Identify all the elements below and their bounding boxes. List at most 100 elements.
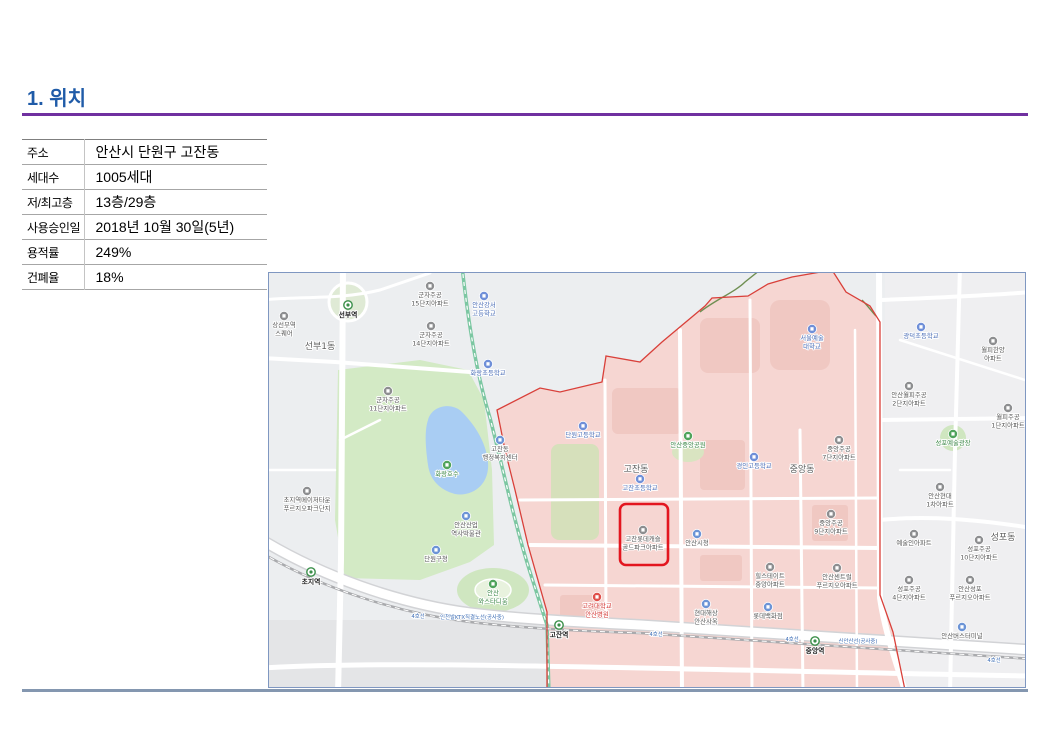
district-name-label: 선부1동: [305, 341, 336, 352]
building-coverage-row: 건폐율 18%: [22, 264, 267, 290]
map-place-label: 1차아파트: [926, 500, 954, 509]
subway-station-icon: [810, 636, 820, 646]
school-icon: [749, 451, 760, 462]
location-map: 상선부역 스퀘어 군자주공 15단지아파트 안산강서 고등학교 군자주공 14단지아파트 화랑초…: [268, 272, 1026, 688]
bottom-divider: [22, 689, 1028, 692]
map-place-label: 푸르지오아파트: [816, 581, 857, 590]
park-icon: [487, 579, 498, 590]
address-row: 주소 안산시 단원구 고잔동: [22, 139, 267, 165]
map-place-label: 안산: [487, 588, 499, 597]
school-icon: [482, 358, 493, 369]
map-place-label: 대학교: [803, 342, 821, 351]
floor-area-ratio-label: 용적률: [22, 239, 85, 265]
map-place-label: 4단지아파트: [892, 593, 926, 602]
station-label: 선부역: [339, 310, 358, 319]
school-icon: [478, 290, 489, 301]
map-place-label: 안산센트럴: [822, 572, 852, 581]
district-name-label: 고잔동: [624, 464, 649, 475]
map-place-label: 9단지아파트: [814, 527, 848, 536]
map-place-label: 2단지아파트: [892, 399, 926, 408]
apartment-icon: [965, 575, 976, 586]
map-place-label: 중앙주공: [827, 445, 851, 453]
park-icon: [948, 428, 959, 439]
school-icon: [916, 321, 927, 332]
apartment-icon: [424, 280, 435, 291]
approval-date-label: 사용승인일: [22, 214, 85, 240]
households-label: 세대수: [22, 164, 85, 190]
address-label: 주소: [22, 139, 85, 165]
park-icon: [441, 459, 452, 470]
map-place-label: 안산산업: [454, 520, 478, 529]
map-place-label: 안산월피주공: [891, 390, 926, 399]
section-title: 1. 위치: [27, 88, 87, 110]
map-place-label: 1단지아파트: [991, 421, 1025, 430]
park-icon: [683, 430, 694, 441]
map-place-label: 골드파크아파트: [622, 543, 663, 552]
apartment-icon: [301, 485, 312, 496]
map-place-label: 서울예술: [800, 333, 824, 342]
public-building-icon: [957, 622, 968, 633]
road: [518, 496, 882, 502]
building-coverage-label: 건폐율: [22, 264, 85, 290]
map-place-label: 예술인아파트: [896, 538, 931, 547]
hospital-icon: [592, 592, 603, 603]
map-place-label: 성포주공: [897, 584, 921, 593]
subway-station-icon: [306, 567, 316, 577]
station-label: 고잔역: [550, 630, 569, 639]
apartment-icon: [382, 385, 393, 396]
approval-date-row: 사용승인일 2018년 10월 30일(5년): [22, 214, 267, 240]
map-place-label: 상선부역: [272, 320, 296, 329]
school-icon: [578, 420, 589, 431]
map-place-label: 7단지아파트: [822, 453, 856, 462]
terrain-area: [269, 620, 549, 687]
station-label: 중앙역: [806, 646, 825, 655]
map-place-label: 성포주공: [967, 544, 991, 553]
subway-station-icon: [554, 620, 564, 630]
apartment-icon: [425, 320, 436, 331]
map-place-label: 안산병원: [585, 610, 609, 619]
block: [612, 388, 682, 434]
map-place-label: 아파트: [984, 354, 1002, 363]
map-place-label: 11단지아파트: [369, 404, 407, 413]
floor-area-ratio-row: 용적률 249%: [22, 239, 267, 265]
rail-line-label: 4호선: [785, 635, 798, 643]
public-building-icon: [494, 434, 505, 445]
public-building-icon: [430, 545, 441, 556]
map-place-label: 안산사옥: [694, 617, 718, 626]
map-place-label: 군자주공: [376, 395, 400, 404]
map-place-label: 중앙아파트: [755, 580, 785, 589]
station-label: 초지역: [302, 577, 321, 586]
road: [748, 298, 754, 687]
public-building-icon: [701, 599, 712, 610]
map-place-label: 초지역메이저타운: [283, 495, 330, 504]
map-place-label: 10단지아파트: [960, 553, 998, 562]
map-place-label: 성포예술광장: [935, 438, 970, 447]
apartment-icon: [988, 335, 999, 346]
public-building-icon: [460, 510, 471, 521]
map-place-label: 단원구청: [424, 554, 448, 563]
apartment-icon: [832, 563, 843, 574]
floors-row: 저/최고층 13층/29층: [22, 189, 267, 215]
map-place-label: 고잔초등학교: [622, 483, 657, 492]
school-icon: [635, 473, 646, 484]
district-name-label: 중앙동: [790, 463, 815, 475]
map-canvas: 상선부역스퀘어군자주공15단지아파트 안산강서고등학교군자주공14단지아파트화랑초…: [269, 273, 1025, 687]
school-icon: [807, 323, 818, 334]
map-place-label: 힐스테이트: [755, 571, 785, 580]
floor-area-ratio-value: 249%: [95, 244, 132, 260]
map-place-label: 고등학교: [472, 309, 496, 318]
apartment-icon: [1003, 402, 1014, 413]
apartment-icon: [826, 508, 837, 519]
apartment-icon: [278, 310, 289, 321]
apartment-icon: [909, 529, 920, 540]
map-place-label: 군자주공: [419, 330, 443, 339]
map-place-label: 고잔롯데캐슬: [625, 534, 660, 543]
road: [678, 328, 684, 687]
households-row: 세대수 1005세대: [22, 164, 267, 190]
map-place-label: 스퀘어: [275, 329, 293, 338]
map-place-label: 롯데백화점: [753, 611, 783, 620]
apartment-icon: [974, 535, 985, 546]
approval-date-value: 2018년 10월 30일(5년): [95, 219, 235, 235]
linear-park: [551, 444, 599, 540]
households-value: 1005세대: [95, 169, 153, 185]
